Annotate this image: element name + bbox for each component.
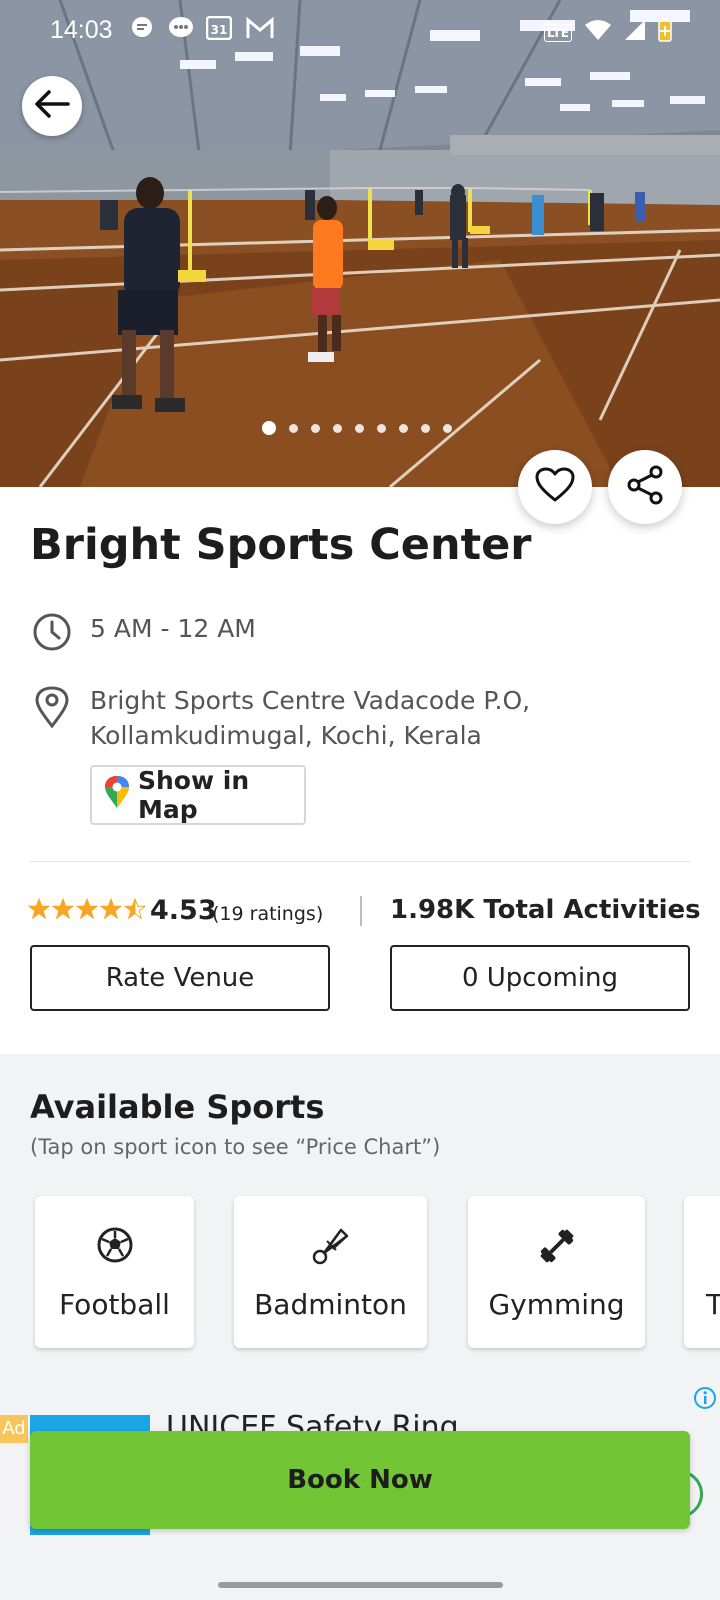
sport-label: Gymming bbox=[488, 1288, 625, 1321]
carousel-dot[interactable] bbox=[311, 423, 320, 433]
status-bar: 14:03 31 LTE bbox=[0, 0, 720, 62]
sport-label: Badminton bbox=[254, 1288, 407, 1321]
total-activities: 1.98K Total Activities bbox=[390, 895, 701, 925]
rating-value: 4.53 bbox=[150, 895, 217, 926]
star-icon bbox=[100, 898, 122, 920]
svg-text:31: 31 bbox=[211, 23, 228, 37]
star-icon bbox=[28, 898, 50, 920]
carousel-dot[interactable] bbox=[333, 423, 342, 433]
heart-icon bbox=[535, 467, 575, 507]
message-icon bbox=[130, 16, 154, 40]
venue-address: Bright Sports Centre Vadacode P.O, Kolla… bbox=[90, 686, 531, 750]
lte-icon: LTE bbox=[543, 24, 572, 42]
chat-icon bbox=[168, 16, 193, 40]
star-rating bbox=[28, 898, 146, 920]
gesture-nav-handle[interactable] bbox=[218, 1582, 503, 1588]
football-icon bbox=[96, 1226, 134, 1268]
divider bbox=[30, 861, 690, 862]
carousel-dot[interactable] bbox=[399, 423, 408, 433]
ad-badge: Ad bbox=[0, 1415, 28, 1443]
carousel-dot[interactable] bbox=[443, 423, 452, 433]
available-sports-subtitle: (Tap on sport icon to see “Price Chart”) bbox=[30, 1135, 441, 1159]
ratings-count: (19 ratings) bbox=[212, 903, 324, 925]
venue-photo bbox=[0, 0, 720, 487]
rate-venue-button[interactable]: Rate Venue bbox=[30, 945, 330, 1011]
calendar-icon: 31 bbox=[205, 15, 233, 41]
clock-icon bbox=[32, 612, 72, 656]
star-icon bbox=[124, 898, 146, 920]
star-icon bbox=[76, 898, 98, 920]
carousel-dot[interactable] bbox=[355, 423, 364, 433]
signal-icon bbox=[624, 19, 646, 47]
star-icon bbox=[52, 898, 74, 920]
wifi-icon bbox=[584, 19, 612, 47]
map-pin-icon bbox=[104, 775, 130, 815]
carousel-dot[interactable] bbox=[421, 423, 430, 433]
venue-photo-carousel[interactable]: 14:03 31 LTE bbox=[0, 0, 720, 487]
ad-info-icon[interactable] bbox=[693, 1386, 717, 1410]
favorite-button[interactable] bbox=[518, 450, 592, 524]
stats-separator bbox=[360, 896, 362, 926]
book-now-button[interactable]: Book Now bbox=[30, 1431, 690, 1529]
upcoming-button[interactable]: 0 Upcoming bbox=[390, 945, 690, 1011]
location-pin-icon bbox=[34, 686, 70, 732]
back-button[interactable] bbox=[22, 76, 82, 136]
show-in-map-button[interactable]: Show in Map bbox=[90, 765, 306, 825]
share-button[interactable] bbox=[608, 450, 682, 524]
sport-card-gymming[interactable]: Gymming bbox=[468, 1196, 645, 1348]
battery-icon bbox=[658, 18, 672, 48]
arrow-left-icon bbox=[34, 89, 70, 123]
carousel-indicator bbox=[262, 421, 452, 435]
carousel-dot[interactable] bbox=[377, 423, 386, 433]
dumbbell-icon bbox=[537, 1226, 577, 1270]
sport-card-football[interactable]: Football bbox=[35, 1196, 194, 1348]
show-in-map-label: Show in Map bbox=[138, 766, 250, 824]
sport-card-badminton[interactable]: Badminton bbox=[234, 1196, 427, 1348]
available-sports-title: Available Sports bbox=[30, 1088, 325, 1126]
gmail-icon bbox=[246, 16, 274, 40]
sport-card-partial[interactable]: T bbox=[684, 1196, 720, 1348]
sport-label: Football bbox=[59, 1288, 170, 1321]
status-time: 14:03 bbox=[50, 16, 113, 44]
sport-label: T bbox=[706, 1288, 720, 1321]
carousel-dot[interactable] bbox=[262, 421, 276, 435]
shuttlecock-icon bbox=[311, 1226, 351, 1270]
carousel-dot[interactable] bbox=[289, 423, 298, 433]
opening-hours: 5 AM - 12 AM bbox=[90, 614, 256, 643]
share-icon bbox=[626, 465, 664, 509]
venue-title: Bright Sports Center bbox=[30, 520, 532, 570]
